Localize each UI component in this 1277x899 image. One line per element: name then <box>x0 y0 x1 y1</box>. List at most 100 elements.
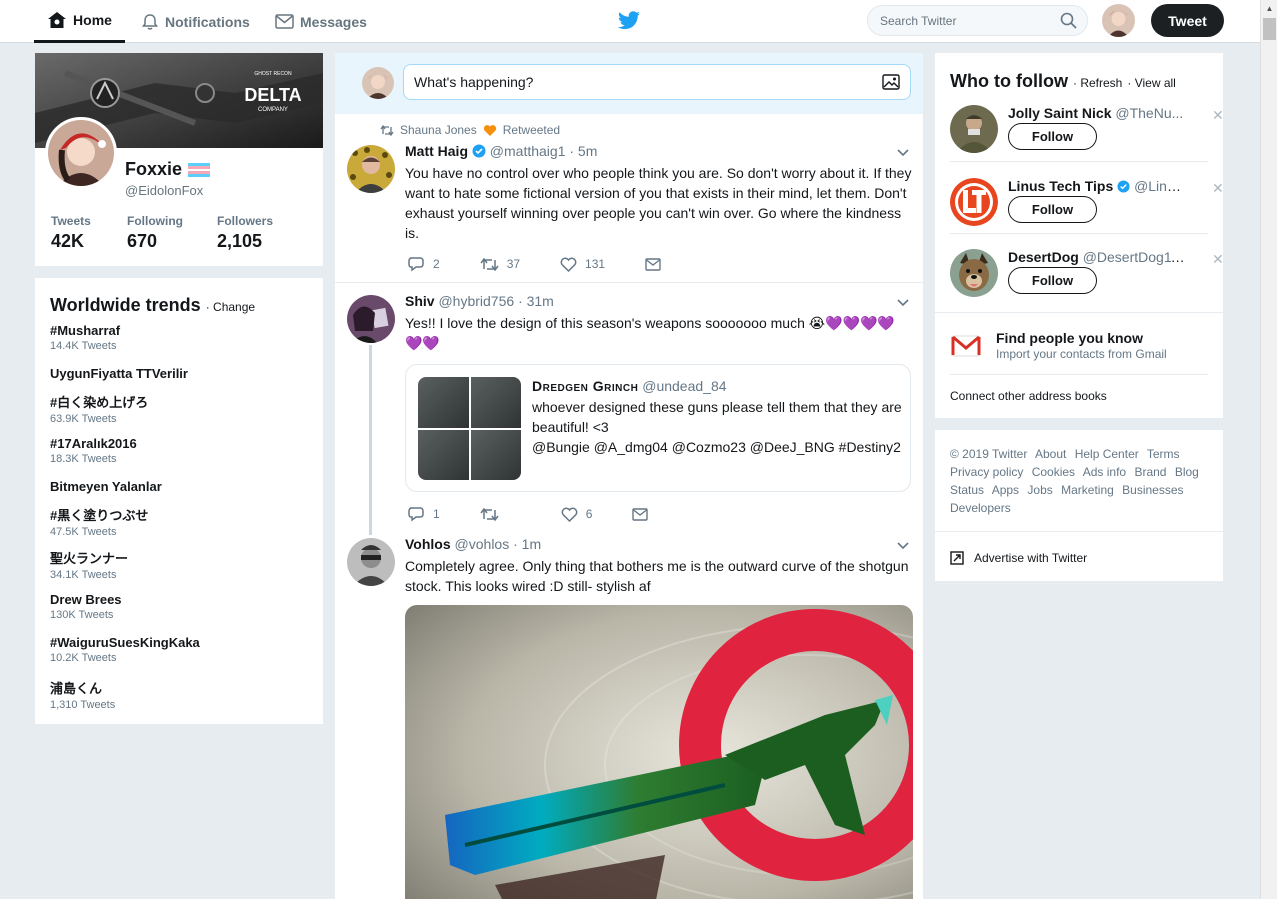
tweet-author[interactable]: Matt Haig <box>405 143 468 159</box>
footer-link[interactable]: Cookies <box>1032 465 1075 479</box>
tweet-avatar[interactable] <box>347 538 395 586</box>
profile-avatar[interactable] <box>45 117 117 189</box>
tweet-handle[interactable]: @matthaig1 <box>490 143 566 159</box>
like-button[interactable]: 131 <box>560 257 605 272</box>
trend-item[interactable]: #黒く塗りつぶせ 47.5K Tweets <box>50 505 148 538</box>
scroll-up-arrow-icon[interactable]: ▲ <box>1261 0 1277 17</box>
trend-item[interactable]: #WaiguruSuesKingKaka 10.2K Tweets <box>50 635 200 664</box>
stat-following[interactable]: Following 670 <box>127 214 183 252</box>
footer-link[interactable]: Jobs <box>1027 483 1052 497</box>
connect-address-books-link[interactable]: Connect other address books <box>950 389 1107 403</box>
envelope-icon <box>645 257 661 271</box>
footer-link[interactable]: Marketing <box>1061 483 1114 497</box>
tweet-handle[interactable]: @vohlos <box>455 536 510 552</box>
add-photo-icon[interactable] <box>882 74 900 90</box>
tweet-time[interactable]: · 5m <box>569 143 597 159</box>
tweet-media-image[interactable] <box>405 605 913 899</box>
composer-box[interactable] <box>403 64 911 100</box>
profile-name[interactable]: Foxxie <box>125 159 211 180</box>
follow-button[interactable]: Follow <box>1008 123 1097 150</box>
stat-tweets[interactable]: Tweets 42K <box>51 214 91 252</box>
stat-followers[interactable]: Followers 2,105 <box>217 214 273 252</box>
follow-button[interactable]: Follow <box>1008 196 1097 223</box>
footer-link[interactable]: © 2019 Twitter <box>950 447 1027 461</box>
like-button[interactable]: 6 <box>561 507 592 522</box>
trend-item[interactable]: Bitmeyen Yalanlar <box>50 479 162 494</box>
chevron-down-icon[interactable] <box>897 299 909 307</box>
composer-input[interactable] <box>414 74 882 90</box>
retweet-button[interactable] <box>480 507 507 522</box>
suggestion-name[interactable]: Linus Tech Tips @Linus... <box>1008 178 1188 194</box>
search-icon[interactable] <box>1060 12 1077 29</box>
trends-change-link[interactable]: · Change <box>206 300 255 314</box>
suggestion-avatar[interactable] <box>950 249 998 297</box>
trend-item[interactable]: 聖火ランナー 34.1K Tweets <box>50 548 128 581</box>
footer-link[interactable]: Help Center <box>1075 447 1139 461</box>
suggestion-avatar[interactable] <box>950 178 998 226</box>
tweet-header: Vohlos @vohlos · 1m <box>405 536 541 552</box>
footer-link[interactable]: Brand <box>1134 465 1166 479</box>
tweet-time[interactable]: · 1m <box>513 536 541 552</box>
footer-link[interactable]: Status <box>950 483 984 497</box>
tweet-author[interactable]: Shiv <box>405 293 435 309</box>
trend-item[interactable]: Drew Brees 130K Tweets <box>50 592 122 621</box>
quoted-media-image[interactable] <box>470 429 521 480</box>
chevron-down-icon[interactable] <box>897 149 909 157</box>
dismiss-icon[interactable]: ✕ <box>1212 180 1224 197</box>
search-box[interactable] <box>867 5 1088 36</box>
quoted-media-image[interactable] <box>418 377 469 428</box>
twitter-bird-logo-icon[interactable] <box>617 10 641 32</box>
tweet-handle[interactable]: @hybrid756 <box>438 293 514 309</box>
footer-link[interactable]: Terms <box>1147 447 1180 461</box>
retweet-context[interactable]: Shauna Jones Retweeted <box>380 123 560 137</box>
trend-item[interactable]: 浦島くん 1,310 Tweets <box>50 678 115 711</box>
tweet-header: Shiv @hybrid756 · 31m <box>405 293 554 309</box>
nav-notifications[interactable]: Notifications <box>141 0 250 43</box>
footer-link[interactable]: Ads info <box>1083 465 1126 479</box>
reply-button[interactable]: 1 <box>407 506 440 522</box>
view-all-link[interactable]: · View all <box>1127 76 1175 90</box>
search-input[interactable] <box>880 13 1060 28</box>
footer-link[interactable]: Privacy policy <box>950 465 1023 479</box>
trend-item[interactable]: #Musharraf 14.4K Tweets <box>50 323 120 352</box>
dismiss-icon[interactable]: ✕ <box>1212 251 1224 268</box>
quoted-media-image[interactable] <box>418 429 469 480</box>
trend-item[interactable]: #17Aralık2016 18.3K Tweets <box>50 436 137 465</box>
tweet-button[interactable]: Tweet <box>1151 4 1224 37</box>
quoted-tweet[interactable]: Dredgen Grinch @undead_84 whoever design… <box>405 364 911 492</box>
nav-messages[interactable]: Messages <box>275 0 367 43</box>
suggestion-name[interactable]: Jolly Saint Nick @TheNu... <box>1008 105 1188 121</box>
tweet-time[interactable]: · 31m <box>518 293 554 309</box>
banner-delta-text: DELTA <box>244 85 301 105</box>
trend-item[interactable]: UygunFiyatta TTVerilir <box>50 366 188 381</box>
advertise-link[interactable]: Advertise with Twitter <box>950 551 1087 565</box>
tweet-author[interactable]: Vohlos <box>405 536 451 552</box>
footer-link[interactable]: About <box>1035 447 1066 461</box>
quoted-media-grid[interactable] <box>418 377 521 480</box>
footer-link[interactable]: Developers <box>950 501 1011 515</box>
follow-button[interactable]: Follow <box>1008 267 1097 294</box>
footer-link[interactable]: Blog <box>1175 465 1199 479</box>
suggestion-avatar[interactable] <box>950 105 998 153</box>
refresh-link[interactable]: · Refresh <box>1073 76 1122 90</box>
trends-card: Worldwide trends · Change #Musharraf 14.4… <box>35 278 323 724</box>
reply-button[interactable]: 2 <box>407 256 440 272</box>
suggestion-name[interactable]: DesertDog @DesertDog11... <box>1008 249 1188 265</box>
find-people-row[interactable]: Find people you know Import your contact… <box>950 328 1208 364</box>
footer-link[interactable]: Apps <box>992 483 1019 497</box>
quoted-media-image[interactable] <box>470 377 521 428</box>
trend-item[interactable]: #白く染め上げろ 63.9K Tweets <box>50 392 148 425</box>
chevron-down-icon[interactable] <box>897 542 909 550</box>
scrollbar-thumb[interactable] <box>1263 18 1276 40</box>
nav-home[interactable]: Home <box>34 0 125 43</box>
footer-link[interactable]: Businesses <box>1122 483 1183 497</box>
dm-share-button[interactable] <box>632 507 649 521</box>
dm-share-button[interactable] <box>645 257 661 271</box>
dismiss-icon[interactable]: ✕ <box>1212 107 1224 124</box>
tweet-avatar[interactable] <box>347 145 395 193</box>
page-scrollbar[interactable]: ▲ <box>1260 0 1277 899</box>
tweet-avatar[interactable] <box>347 295 395 343</box>
account-avatar[interactable] <box>1102 4 1135 37</box>
retweet-button[interactable]: 37 <box>480 257 520 272</box>
profile-handle[interactable]: @EidolonFox <box>125 183 203 198</box>
